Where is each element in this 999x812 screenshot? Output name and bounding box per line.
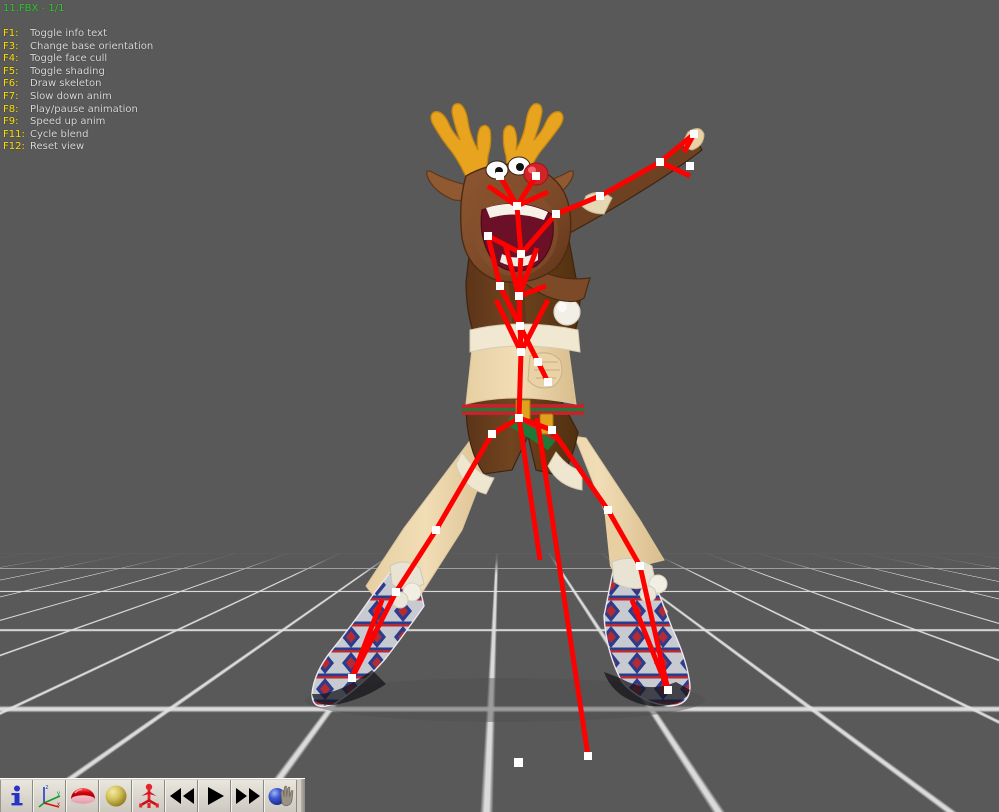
axes-button[interactable]: z y x	[33, 779, 66, 812]
shortcut-key: F3:	[3, 40, 19, 52]
shortcut-row: F7: Slow down anim	[3, 91, 323, 104]
toolbar-resize-grip[interactable]	[301, 779, 305, 812]
play-icon	[204, 785, 226, 807]
shortcut-key: F8:	[3, 103, 19, 115]
material-button[interactable]	[99, 779, 132, 812]
shortcut-row: F1: Toggle info text	[3, 28, 323, 41]
viewer-toolbar[interactable]: z y x	[0, 778, 305, 812]
info-icon	[6, 784, 28, 808]
shortcut-row: F6: Draw skeleton	[3, 78, 323, 91]
shortcut-key: F5:	[3, 65, 19, 77]
fbx-viewer-window: 11.FBX - 1/1 F1: Toggle info text F3: Chang…	[0, 0, 999, 812]
play-button[interactable]	[198, 779, 231, 812]
shading-dome-icon	[69, 785, 97, 807]
previous-button[interactable]	[165, 779, 198, 812]
shading-button[interactable]	[66, 779, 99, 812]
orbit-button[interactable]	[264, 779, 297, 812]
info-button[interactable]	[0, 779, 33, 812]
axes-icon: z y x	[37, 783, 63, 809]
fast-forward-icon	[235, 786, 261, 806]
model-title: 11.FBX - 1/1	[3, 3, 65, 14]
next-button[interactable]	[231, 779, 264, 812]
3d-viewport[interactable]: 11.FBX - 1/1 F1: Toggle info text F3: Chang…	[0, 0, 999, 812]
orbit-hand-icon	[267, 784, 295, 808]
sphere-icon	[104, 784, 128, 808]
shortcut-row: F8: Play/pause animation	[3, 104, 323, 117]
shortcut-row: F3: Change base orientation	[3, 41, 323, 54]
shortcut-row: F5: Toggle shading	[3, 66, 323, 79]
svg-text:x: x	[57, 802, 60, 808]
shortcut-description: Change base orientation	[30, 40, 154, 52]
shortcut-key: F9:	[3, 116, 19, 128]
shortcut-key: F7:	[3, 90, 19, 102]
shortcut-key: F4:	[3, 53, 19, 65]
shortcut-row: F11: Cycle blend	[3, 129, 323, 142]
shortcut-description: Slow down anim	[30, 90, 112, 102]
shortcut-description: Speed up anim	[30, 116, 106, 128]
shortcut-description: Cycle blend	[30, 128, 89, 140]
shortcut-row: F9: Speed up anim	[3, 116, 323, 129]
shortcut-description: Toggle info text	[30, 28, 108, 39]
shortcut-row: F12: Reset view	[3, 141, 323, 154]
svg-text:y: y	[57, 791, 60, 797]
shortcut-key: F1:	[3, 28, 19, 39]
skeleton-figure-icon	[137, 783, 161, 809]
shortcut-list: F1: Toggle info text F3: Change base orient…	[3, 28, 323, 154]
info-text-overlay: 11.FBX - 1/1 F1: Toggle info text F3: Chang…	[3, 2, 323, 154]
shortcut-row: F4: Toggle face cull	[3, 53, 323, 66]
shortcut-description: Draw skeleton	[30, 78, 102, 90]
shortcut-description: Toggle shading	[30, 65, 105, 77]
skeleton-button[interactable]	[132, 779, 165, 812]
shortcut-description: Play/pause animation	[30, 103, 138, 115]
shortcut-key: F12:	[3, 141, 25, 153]
shortcut-description: Toggle face cull	[30, 53, 108, 65]
rewind-icon	[169, 786, 195, 806]
shortcut-key: F6:	[3, 78, 19, 90]
svg-text:z: z	[45, 785, 48, 791]
shortcut-key: F11:	[3, 128, 25, 140]
shortcut-description: Reset view	[30, 141, 85, 153]
